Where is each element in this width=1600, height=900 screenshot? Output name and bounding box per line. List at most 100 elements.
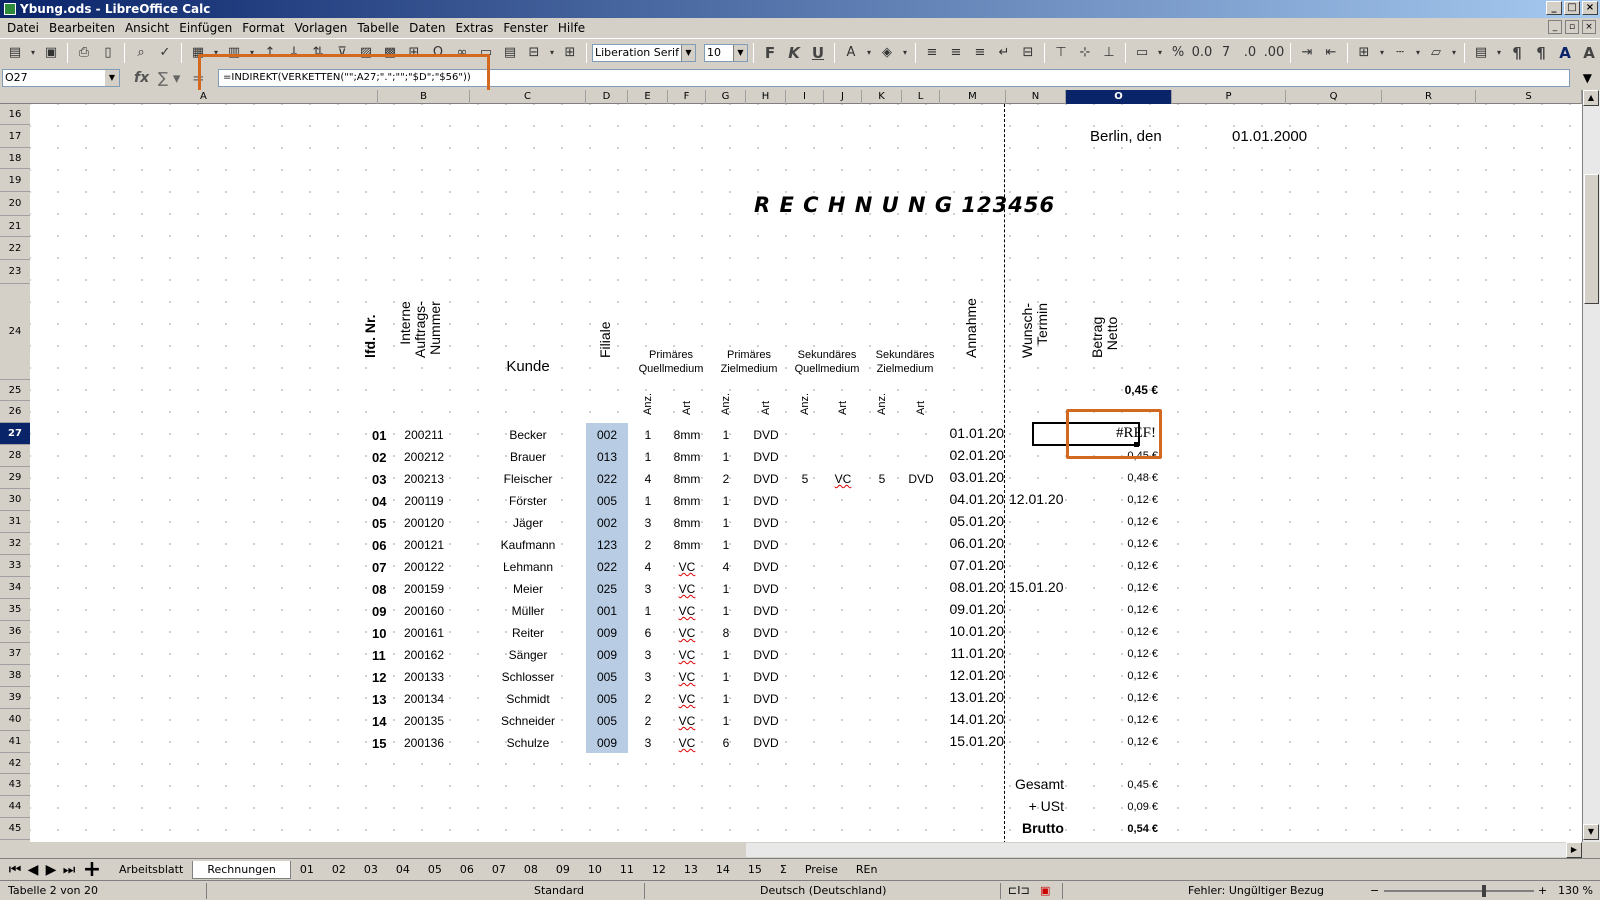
row-header-27[interactable]: 27 [0, 423, 30, 445]
menu-fenster[interactable]: Fenster [498, 21, 553, 35]
sort-ascending-icon[interactable]: ↑ [259, 42, 281, 64]
column-header-d[interactable]: D [586, 90, 628, 104]
column-header-i[interactable]: I [786, 90, 824, 104]
row-header-34[interactable]: 34 [0, 577, 30, 599]
currency-dropdown-icon[interactable]: ▾ [1155, 42, 1165, 64]
zoom-out-icon[interactable]: − [1370, 884, 1379, 897]
sort-icon[interactable]: ⇅ [307, 42, 329, 64]
percent-format-icon[interactable]: % [1167, 42, 1189, 64]
row-header-23[interactable]: 23 [0, 260, 30, 284]
menu-daten[interactable]: Daten [404, 21, 450, 35]
number-format-icon[interactable]: 0.0 [1191, 42, 1213, 64]
row-header-33[interactable]: 33 [0, 555, 30, 577]
row-header-45[interactable]: 45 [0, 818, 30, 840]
horizontal-scrollbar[interactable]: ▶ [0, 842, 1600, 858]
menu-extras[interactable]: Extras [450, 21, 498, 35]
new-dropdown-icon[interactable]: ▾ [28, 42, 38, 64]
menu-datei[interactable]: Datei [2, 21, 44, 35]
borders-dropdown-icon[interactable]: ▾ [1377, 42, 1387, 64]
rows-dropdown-icon[interactable]: ▾ [211, 42, 221, 64]
menu-einfügen[interactable]: Einfügen [174, 21, 237, 35]
sheet-tab-14[interactable]: 13 [675, 861, 707, 879]
row-header-19[interactable]: 19 [0, 169, 30, 192]
row-header-30[interactable]: 30 [0, 489, 30, 511]
row-header-37[interactable]: 37 [0, 643, 30, 665]
close-button[interactable]: × [1582, 1, 1598, 15]
fill-handle[interactable] [1134, 442, 1139, 447]
print-icon[interactable]: ⎙ [73, 42, 95, 64]
doc-close-icon[interactable]: × [1582, 20, 1596, 34]
sheet-tab-7[interactable]: 06 [451, 861, 483, 879]
wrap-text-icon[interactable]: ↵ [993, 42, 1015, 64]
font-size-combobox[interactable]: 10 ▼ [704, 43, 748, 62]
border-style-icon[interactable]: ┄ [1389, 42, 1411, 64]
sheet-tab-8[interactable]: 07 [483, 861, 515, 879]
row-header-40[interactable]: 40 [0, 709, 30, 731]
column-header-p[interactable]: P [1172, 90, 1286, 104]
underline-icon[interactable]: U [807, 42, 829, 64]
row-header-38[interactable]: 38 [0, 665, 30, 687]
hyperlink-icon[interactable]: ∞ [451, 42, 473, 64]
row-header-28[interactable]: 28 [0, 445, 30, 467]
currency-format-icon[interactable]: ▭ [1131, 42, 1153, 64]
sheet-tab-10[interactable]: 09 [547, 861, 579, 879]
column-header-h[interactable]: H [746, 90, 786, 104]
column-header-n[interactable]: N [1006, 90, 1066, 104]
column-header-e[interactable]: E [628, 90, 668, 104]
page-style[interactable]: Standard [534, 884, 584, 897]
menu-vorlagen[interactable]: Vorlagen [290, 21, 353, 35]
highlight-dropdown-icon[interactable]: ▾ [900, 42, 910, 64]
row-header-24[interactable]: 24 [0, 284, 30, 380]
name-box[interactable]: O27 ▼ [2, 69, 120, 87]
sheet-tab-0[interactable]: Arbeitsblatt [110, 861, 192, 879]
highlight-color-icon[interactable]: ◈ [876, 42, 898, 64]
sort-descending-icon[interactable]: ↓ [283, 42, 305, 64]
font-name-combobox[interactable]: Liberation Serif ▼ [592, 43, 696, 62]
column-header-a[interactable]: A [30, 90, 378, 104]
first-sheet-icon[interactable]: ⏮ [6, 862, 24, 878]
conditional-dropdown-icon[interactable]: ▾ [1494, 42, 1504, 64]
font-color-icon[interactable]: A [840, 42, 862, 64]
vertical-text-icon[interactable]: A [1578, 42, 1600, 64]
sheet-tab-6[interactable]: 05 [419, 861, 451, 879]
align-bottom-icon[interactable]: ⊥ [1098, 42, 1120, 64]
last-sheet-icon[interactable]: ⏭ [60, 862, 78, 878]
sheet-tab-19[interactable]: REn [847, 861, 887, 879]
maximize-button[interactable]: □ [1564, 1, 1580, 15]
menu-format[interactable]: Format [237, 21, 289, 35]
zoom-in-icon[interactable]: + [1538, 884, 1547, 897]
spellcheck-icon[interactable]: ✓ [154, 42, 176, 64]
borders-icon[interactable]: ⊞ [1353, 42, 1375, 64]
text-direction-icon[interactable]: A [1554, 42, 1576, 64]
columns-dropdown-icon[interactable]: ▾ [247, 42, 257, 64]
column-header-k[interactable]: K [862, 90, 902, 104]
sum-icon[interactable]: ∑ ▾ [158, 69, 180, 87]
scroll-down-icon[interactable]: ▼ [1583, 824, 1599, 840]
align-top-icon[interactable]: ⊤ [1050, 42, 1072, 64]
column-header-o[interactable]: O [1066, 90, 1172, 104]
sheet-tab-4[interactable]: 03 [355, 861, 387, 879]
column-header-c[interactable]: C [470, 90, 586, 104]
formula-icon[interactable]: = [192, 69, 205, 87]
column-header-q[interactable]: Q [1286, 90, 1382, 104]
expand-formula-icon[interactable]: ▼ [1583, 71, 1592, 85]
menu-ansicht[interactable]: Ansicht [120, 21, 174, 35]
conditional-format-icon[interactable]: ▤ [1470, 42, 1492, 64]
sheet-tab-1[interactable]: Rechnungen [192, 860, 291, 879]
split-window-icon[interactable]: ⊞ [559, 42, 581, 64]
date-format-icon[interactable]: 7 [1215, 42, 1237, 64]
row-header-31[interactable]: 31 [0, 511, 30, 533]
freeze-icon[interactable]: ⊟ [523, 42, 545, 64]
row-header-21[interactable]: 21 [0, 216, 30, 237]
language-status[interactable]: Deutsch (Deutschland) [760, 884, 886, 897]
sheet-tab-3[interactable]: 02 [323, 861, 355, 879]
sheet-tab-9[interactable]: 08 [515, 861, 547, 879]
sheet-tab-13[interactable]: 12 [643, 861, 675, 879]
row-header-29[interactable]: 29 [0, 467, 30, 489]
print-preview-icon[interactable]: ▯ [97, 42, 119, 64]
row-header-26[interactable]: 26 [0, 401, 30, 423]
insert-rows-icon[interactable]: ▦ [187, 42, 209, 64]
add-sheet-icon[interactable]: + [78, 857, 106, 882]
row-header-18[interactable]: 18 [0, 148, 30, 169]
row-header-43[interactable]: 43 [0, 774, 30, 796]
